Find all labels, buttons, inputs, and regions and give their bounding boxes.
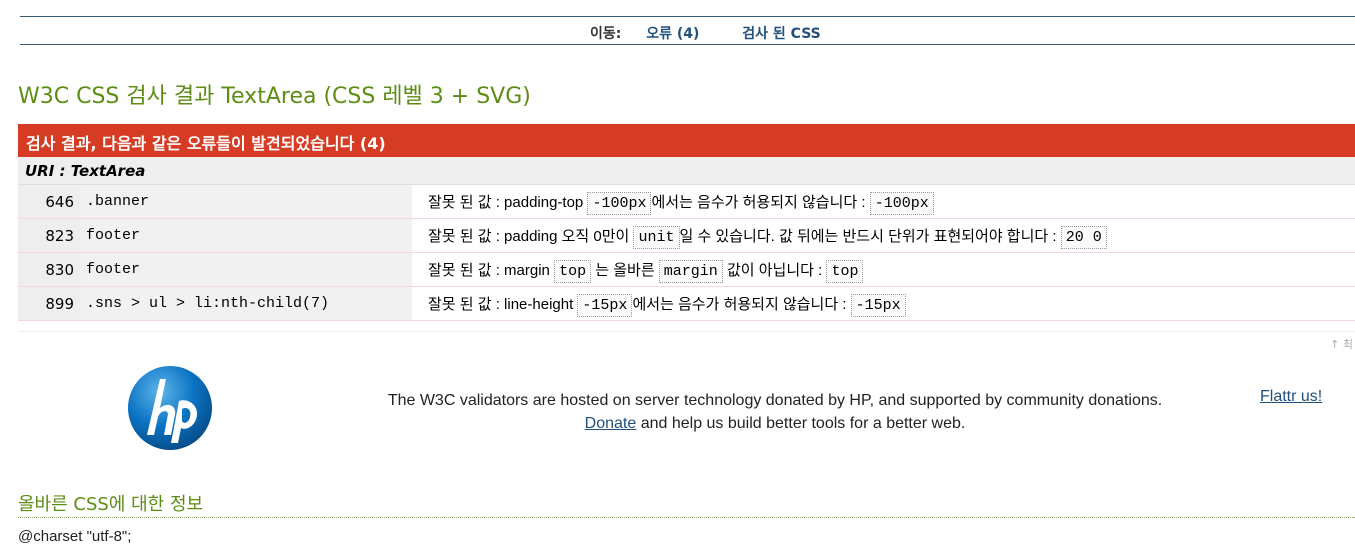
error-message-text: 잘못 된 값 : padding-top xyxy=(428,194,588,211)
error-message-text: 잘못 된 값 : margin xyxy=(428,262,555,279)
error-row: 823 footer 잘못 된 값 : padding 오직 0만이 unit 일 수… xyxy=(18,218,1355,253)
error-code-value: -15px xyxy=(850,294,906,317)
valid-heading-suffix: 에 대한 정보 xyxy=(108,494,204,515)
error-line-number: 823 xyxy=(18,218,80,253)
error-message-text: 에서는 음수가 허용되지 않습니다 : xyxy=(632,296,851,313)
valid-heading-prefix: 올바른 xyxy=(18,494,74,515)
validated-css-link[interactable]: 검사 된 CSS xyxy=(742,26,820,42)
error-code-value: top xyxy=(554,260,592,283)
error-message-text: 값이 아닙니다 : xyxy=(722,262,827,279)
hp-logo[interactable] xyxy=(127,365,213,451)
error-context: footer xyxy=(80,252,412,287)
error-message: 잘못 된 값 : margin top 는 올바른 margin 값이 아닙니다… xyxy=(412,252,1355,287)
jump-nav: 이동: 오류 (4) 검사 된 CSS xyxy=(20,16,1355,45)
valid-css-heading: 올바른 CSS에 대한 정보 xyxy=(18,490,1355,518)
sponsor-note: The W3C validators are hosted on server … xyxy=(340,389,1210,435)
page-title: W3C CSS 검사 결과 TextArea (CSS 레벨 3 + SVG) xyxy=(18,84,531,109)
error-line-number: 646 xyxy=(18,185,80,219)
error-code-value: margin xyxy=(658,260,723,283)
jump-label: 이동: xyxy=(590,26,622,42)
error-message-text: 일 수 있습니다. 값 뒤에는 반드시 단위가 표현되어야 합니다 : xyxy=(679,228,1061,245)
error-code-value: -100px xyxy=(869,192,934,215)
error-message-text: 잘못 된 값 : padding 오직 0만이 xyxy=(428,228,634,245)
error-code-value: top xyxy=(826,260,864,283)
css-first-line: @charset "utf-8"; xyxy=(18,528,132,545)
error-context: footer xyxy=(80,218,412,253)
error-message-text: 에서는 음수가 허용되지 않습니다 : xyxy=(651,194,870,211)
uri-label: URI : TextArea xyxy=(18,157,1355,185)
error-message: 잘못 된 값 : padding-top -100px 에서는 음수가 허용되지 … xyxy=(412,185,1355,219)
error-row: 899 .sns > ul > li:nth-child(7) 잘못 된 값 : l… xyxy=(18,286,1355,321)
valid-heading-css: CSS xyxy=(73,494,109,515)
back-to-top-link[interactable]: ↑ 최 xyxy=(1330,336,1353,352)
section-divider xyxy=(18,331,1355,332)
sponsor-line1: The W3C validators are hosted on server … xyxy=(387,392,1163,409)
error-code-value: -15px xyxy=(577,294,633,317)
errors-table: 646 .banner 잘못 된 값 : padding-top -100px 에서는… xyxy=(18,185,1355,321)
error-code-value: -100px xyxy=(587,192,652,215)
error-message-text: 는 올바른 xyxy=(591,262,659,279)
error-summary-header: 검사 결과, 다음과 같은 오류들이 발견되었습니다 (4) xyxy=(18,124,1355,157)
sponsor-line2-text: and help us build better tools for a bet… xyxy=(636,415,966,432)
error-code-value: unit xyxy=(633,226,680,249)
error-row: 830 footer 잘못 된 값 : margin top 는 올바른 margi… xyxy=(18,252,1355,287)
error-row: 646 .banner 잘못 된 값 : padding-top -100px 에서는… xyxy=(18,185,1355,219)
sponsor-line2: Donate and help us build better tools fo… xyxy=(340,412,1210,435)
error-context: .banner xyxy=(80,185,412,219)
error-context: .sns > ul > li:nth-child(7) xyxy=(80,286,412,321)
errors-link[interactable]: 오류 (4) xyxy=(646,26,699,42)
flattr-link[interactable]: Flattr us! xyxy=(1260,388,1322,406)
error-message: 잘못 된 값 : line-height -15px 에서는 음수가 허용되지 않… xyxy=(412,286,1355,321)
error-code-value: 20 0 xyxy=(1060,226,1107,249)
error-message-text: 잘못 된 값 : line-height xyxy=(428,296,578,313)
donate-link[interactable]: Donate xyxy=(585,415,637,432)
error-message: 잘못 된 값 : padding 오직 0만이 unit 일 수 있습니다. 값 … xyxy=(412,218,1355,253)
error-line-number: 830 xyxy=(18,252,80,287)
error-line-number: 899 xyxy=(18,286,80,321)
